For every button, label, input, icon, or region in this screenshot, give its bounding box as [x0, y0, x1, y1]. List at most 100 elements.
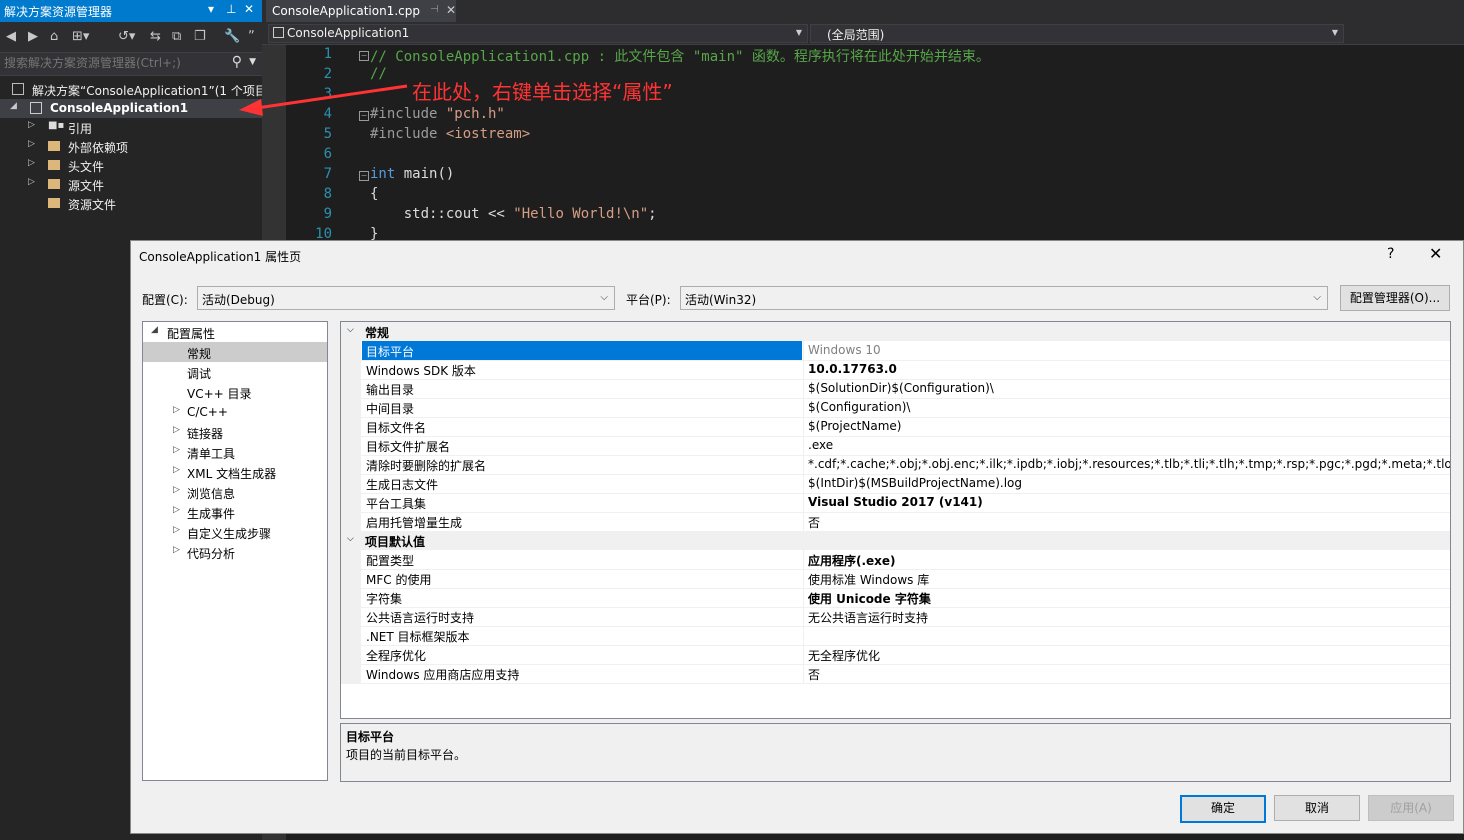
- references-icon: ■▪: [48, 120, 65, 131]
- project-dropdown[interactable]: ConsoleApplication1 ▼: [268, 24, 808, 43]
- category-project-defaults[interactable]: ⌵ 项目默认值: [341, 531, 1450, 550]
- expanded-arrow-icon[interactable]: ◢: [10, 101, 17, 111]
- collapsed-arrow-icon[interactable]: ▷: [173, 425, 180, 435]
- config-dropdown[interactable]: 活动(Debug) ⌵: [197, 286, 615, 310]
- chevron-down-icon[interactable]: ⌵: [347, 534, 354, 544]
- ok-button[interactable]: 确定: [1180, 795, 1266, 823]
- tree-item-references[interactable]: ▷ ■▪ 引用: [0, 118, 262, 137]
- expanded-arrow-icon[interactable]: ◢: [151, 325, 158, 335]
- switch-views-icon[interactable]: ⊞▾: [72, 29, 89, 44]
- pin-icon[interactable]: ⊥: [226, 2, 236, 16]
- close-icon[interactable]: ✕: [446, 3, 456, 17]
- code-line: // ConsoleApplication1.cpp : 此文件包含 "main…: [370, 49, 990, 65]
- property-row[interactable]: 中间目录 $(Configuration)\: [341, 398, 1450, 418]
- nav-item-code-analysis[interactable]: ▷ 代码分析: [143, 542, 327, 562]
- nav-item-linker[interactable]: ▷ 链接器: [143, 422, 327, 442]
- property-nav-tree: ◢ 配置属性 常规 调试 VC++ 目录 ▷ C/C++ ▷ 链接器 ▷ 清单工具 ▷ X…: [142, 321, 328, 781]
- category-general[interactable]: ⌵ 常规: [341, 322, 1450, 341]
- line-number: 5: [323, 126, 332, 142]
- tree-item-solution[interactable]: 解决方案“ConsoleApplication1”(1 个项目: [0, 80, 267, 99]
- platform-dropdown[interactable]: 活动(Win32) ⌵: [680, 286, 1328, 310]
- fold-toggle-icon[interactable]: −: [359, 171, 369, 181]
- line-number: 8: [323, 186, 332, 202]
- dialog-title: ConsoleApplication1 属性页: [139, 250, 302, 264]
- editor-tab-strip: ConsoleApplication1.cpp ⊣ ✕: [262, 0, 1464, 22]
- scope-dropdown[interactable]: (全局范围) ▼: [810, 24, 1344, 43]
- properties-wrench-icon[interactable]: 🔧: [224, 29, 240, 44]
- chevron-down-icon[interactable]: ▾: [208, 2, 214, 16]
- config-manager-button[interactable]: 配置管理器(O)...: [1340, 285, 1450, 311]
- nav-item-custom-build-step[interactable]: ▷ 自定义生成步骤: [143, 522, 327, 542]
- property-row[interactable]: 目标平台 Windows 10: [341, 341, 1450, 361]
- tree-item-external-deps[interactable]: ▷ 外部依赖项: [0, 137, 262, 156]
- collapsed-arrow-icon[interactable]: ▷: [173, 465, 180, 475]
- nav-item-general[interactable]: 常规: [143, 342, 327, 362]
- collapsed-arrow-icon[interactable]: ▷: [173, 485, 180, 495]
- chevron-down-icon[interactable]: ⌵: [347, 325, 354, 335]
- property-row[interactable]: MFC 的使用 使用标准 Windows 库: [341, 569, 1450, 589]
- nav-item-manifest-tool[interactable]: ▷ 清单工具: [143, 442, 327, 462]
- pin-icon[interactable]: ⊣: [430, 4, 439, 15]
- tree-item-header-files[interactable]: ▷ 头文件: [0, 156, 262, 175]
- property-row[interactable]: 平台工具集 Visual Studio 2017 (v141): [341, 493, 1450, 513]
- description-text: 项目的当前目标平台。: [346, 748, 467, 762]
- close-button[interactable]: ✕: [1429, 244, 1442, 263]
- search-input[interactable]: [4, 55, 224, 71]
- cancel-button[interactable]: 取消: [1274, 795, 1360, 821]
- more-icon[interactable]: ˮ: [248, 29, 255, 44]
- property-row[interactable]: 公共语言运行时支持 无公共语言运行时支持: [341, 607, 1450, 627]
- nav-item-browse-info[interactable]: ▷ 浏览信息: [143, 482, 327, 502]
- property-row[interactable]: .NET 目标框架版本: [341, 626, 1450, 646]
- solution-explorer-toolbar: ◀ ▶ ⌂ ⊞▾ ↺▾ ⇆ ⧉ ❐ 🔧 ˮ: [0, 22, 262, 52]
- collapsed-arrow-icon[interactable]: ▷: [173, 445, 180, 455]
- property-row[interactable]: 全程序优化 无全程序优化: [341, 645, 1450, 665]
- nav-item-config-properties[interactable]: ◢ 配置属性: [143, 322, 327, 342]
- collapse-all-icon[interactable]: ⧉: [172, 29, 181, 44]
- property-grid: ⌵ 常规 目标平台 Windows 10 Windows SDK 版本 10.0.17…: [340, 321, 1451, 719]
- line-number: 6: [323, 146, 332, 162]
- property-row[interactable]: 清除时要删除的扩展名 *.cdf;*.cache;*.obj;*.obj.enc;…: [341, 455, 1450, 475]
- chevron-down-icon[interactable]: ▼: [249, 57, 256, 67]
- collapsed-arrow-icon[interactable]: ▷: [28, 139, 35, 149]
- tree-item-resource-files[interactable]: 资源文件: [0, 194, 262, 213]
- property-row[interactable]: 输出目录 $(SolutionDir)$(Configuration)\: [341, 379, 1450, 399]
- collapsed-arrow-icon[interactable]: ▷: [173, 545, 180, 555]
- property-row[interactable]: 目标文件名 $(ProjectName): [341, 417, 1450, 437]
- collapsed-arrow-icon[interactable]: ▷: [28, 120, 35, 130]
- property-row[interactable]: Windows SDK 版本 10.0.17763.0: [341, 360, 1450, 380]
- home-icon[interactable]: ⌂: [50, 29, 58, 44]
- forward-icon[interactable]: ▶: [28, 29, 38, 44]
- search-icon[interactable]: ⚲: [232, 54, 242, 70]
- help-button[interactable]: ?: [1387, 246, 1394, 262]
- property-row[interactable]: 目标文件扩展名 .exe: [341, 436, 1450, 456]
- history-icon[interactable]: ↺▾: [118, 29, 135, 44]
- folder-icon: [48, 198, 60, 208]
- close-icon[interactable]: ✕: [244, 2, 254, 16]
- tree-item-project[interactable]: ◢ ConsoleApplication1: [0, 99, 262, 118]
- tree-item-source-files[interactable]: ▷ 源文件: [0, 175, 262, 194]
- collapsed-arrow-icon[interactable]: ▷: [28, 158, 35, 168]
- nav-item-xml-doc-generator[interactable]: ▷ XML 文档生成器: [143, 462, 327, 482]
- collapsed-arrow-icon[interactable]: ▷: [173, 525, 180, 535]
- back-icon[interactable]: ◀: [6, 29, 16, 44]
- nav-item-build-events[interactable]: ▷ 生成事件: [143, 502, 327, 522]
- nav-item-debugging[interactable]: 调试: [143, 362, 327, 382]
- code-line: {: [370, 186, 379, 202]
- annotation-arrow: [239, 84, 408, 116]
- description-title: 目标平台: [346, 730, 395, 744]
- property-row[interactable]: Windows 应用商店应用支持否: [341, 664, 1450, 684]
- collapsed-arrow-icon[interactable]: ▷: [173, 505, 180, 515]
- collapsed-arrow-icon[interactable]: ▷: [28, 177, 35, 187]
- apply-button[interactable]: 应用(A): [1368, 795, 1454, 821]
- nav-item-c-cpp[interactable]: ▷ C/C++: [143, 402, 327, 422]
- collapsed-arrow-icon[interactable]: ▷: [173, 405, 180, 415]
- fold-toggle-icon[interactable]: −: [359, 51, 369, 61]
- property-row[interactable]: 字符集 使用 Unicode 字符集: [341, 588, 1450, 608]
- nav-item-vc-directories[interactable]: VC++ 目录: [143, 382, 327, 402]
- show-all-files-icon[interactable]: ❐: [194, 29, 206, 44]
- property-row[interactable]: 配置类型 应用程序(.exe): [341, 550, 1450, 570]
- tab-consoleapplication1-cpp[interactable]: ConsoleApplication1.cpp ⊣ ✕: [266, 0, 456, 22]
- property-row[interactable]: 启用托管增量生成否: [341, 512, 1450, 532]
- property-row[interactable]: 生成日志文件 $(IntDir)$(MSBuildProjectName).log: [341, 474, 1450, 494]
- sync-icon[interactable]: ⇆: [150, 29, 161, 44]
